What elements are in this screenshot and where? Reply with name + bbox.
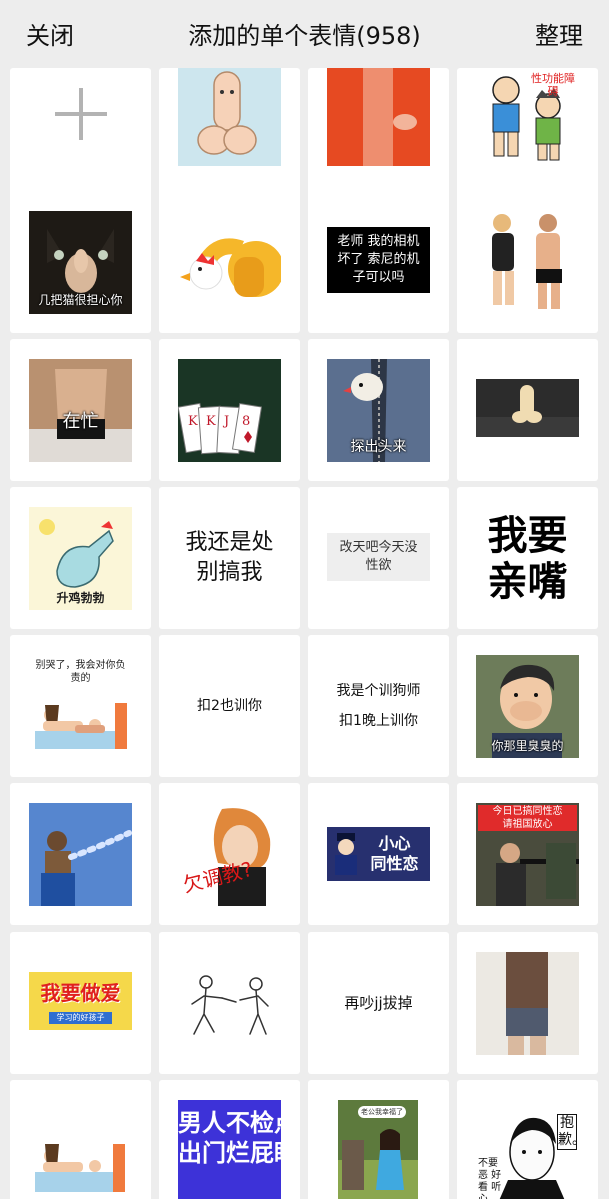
- sticker-item[interactable]: [159, 68, 300, 210]
- sticker-caption: 别哭了，我会对你负 责的: [35, 660, 126, 684]
- sticker-image: [29, 1100, 132, 1199]
- sticker-item[interactable]: 探出头来: [308, 339, 449, 481]
- sticker-item[interactable]: 性功能障碍: [457, 68, 598, 210]
- sticker-image: 今日已搞同性恋 请祖国放心: [476, 803, 579, 906]
- sticker-caption: 我还是处 别搞我: [185, 530, 274, 585]
- sticker-item[interactable]: 在忙: [10, 339, 151, 481]
- plus-icon: [55, 88, 107, 140]
- sticker-item[interactable]: 升鸡勃勃: [10, 487, 151, 629]
- sticker-caption: 男人不检点 出门烂屁眼: [178, 1109, 281, 1167]
- svg-text:K: K: [188, 414, 198, 429]
- sticker-item[interactable]: 老公我幸福了: [308, 1080, 449, 1199]
- sticker-image: 抱歉。 不要恶 好看 听 心: [476, 1100, 579, 1199]
- sticker-item[interactable]: [457, 932, 598, 1074]
- page-title: 添加的单个表情(958): [188, 22, 421, 50]
- sticker-image: 在忙: [29, 359, 132, 462]
- sticker-caption: 老师 我的相机 坏了 索尼的机 子可以吗: [337, 234, 420, 285]
- sticker-image: [476, 952, 579, 1055]
- sticker-caption: 扣2也训你: [197, 698, 262, 714]
- sticker-item[interactable]: 小心 同性恋: [308, 783, 449, 925]
- svg-text:8: 8: [242, 414, 250, 429]
- sticker-item[interactable]: 再吵jj拔掉: [308, 932, 449, 1074]
- sticker-image: 别哭了，我会对你负 责的: [29, 655, 132, 758]
- sticker-image: 我要做爱 学习的好孩子: [29, 972, 132, 1030]
- sticker-image: [476, 379, 579, 437]
- sticker-item[interactable]: [10, 783, 151, 925]
- sticker-item[interactable]: [159, 932, 300, 1074]
- sticker-caption: 我是个训狗师 扣1晚上训你: [336, 683, 421, 729]
- sticker-item[interactable]: 今日已搞同性恋 请祖国放心: [457, 783, 598, 925]
- sticker-image: 性功能障碍: [476, 68, 579, 164]
- sticker-item[interactable]: [159, 191, 300, 333]
- sticker-item[interactable]: 改天吧今天没 性欲: [308, 487, 449, 629]
- sticker-item[interactable]: 扣2也训你: [159, 635, 300, 777]
- sticker-image: 改天吧今天没 性欲: [327, 533, 430, 581]
- sticker-caption: 再吵jj拔掉: [344, 994, 413, 1012]
- sticker-caption: 我要 亲嘴: [487, 512, 568, 605]
- sticker-image: K K J 8: [178, 359, 281, 462]
- sticker-item[interactable]: 我还是处 别搞我: [159, 487, 300, 629]
- organize-button[interactable]: 整理: [535, 0, 583, 68]
- sticker-grid: 性功能障碍 几把猫很担心你 老师 我的相机 坏了 索尼的机 子可以吗 在忙 K …: [10, 68, 600, 1199]
- sticker-item[interactable]: 我要 亲嘴: [457, 487, 598, 629]
- sticker-image: 小心 同性恋: [327, 827, 430, 881]
- sticker-item[interactable]: 我要做爱 学习的好孩子: [10, 932, 151, 1074]
- sticker-item[interactable]: [10, 1080, 151, 1199]
- sticker-image: 我要 亲嘴: [476, 507, 579, 610]
- sticker-image: [178, 952, 281, 1055]
- sticker-caption: 性功能障碍: [531, 72, 575, 98]
- sticker-item[interactable]: 别哭了，我会对你负 责的: [10, 635, 151, 777]
- sticker-image: [178, 211, 281, 314]
- sticker-caption: 你那里臭臭的: [491, 739, 564, 753]
- sticker-item[interactable]: 你那里臭臭的: [457, 635, 598, 777]
- sticker-image: 男人不检点 出门烂屁眼: [178, 1100, 281, 1199]
- sticker-image: 老师 我的相机 坏了 索尼的机 子可以吗: [327, 227, 430, 293]
- sticker-caption: 升鸡勃勃: [56, 591, 105, 605]
- sticker-item[interactable]: [457, 191, 598, 333]
- sticker-item[interactable]: [457, 339, 598, 481]
- sticker-caption: 几把猫很担心你: [38, 293, 123, 307]
- sticker-caption: 探出头来: [350, 439, 407, 455]
- sticker-item[interactable]: 我是个训狗师 扣1晚上训你: [308, 635, 449, 777]
- sticker-image: 探出头来: [327, 359, 430, 462]
- sticker-image: [178, 68, 281, 166]
- sticker-caption: 老公我幸福了: [358, 1106, 406, 1118]
- add-sticker-button[interactable]: [10, 68, 151, 210]
- sticker-caption: 抱歉。: [557, 1114, 579, 1150]
- sticker-item[interactable]: 男人不检点 出门烂屁眼: [159, 1080, 300, 1199]
- svg-text:J: J: [222, 414, 229, 429]
- sticker-item[interactable]: 欠调教?: [159, 783, 300, 925]
- sticker-item[interactable]: 老师 我的相机 坏了 索尼的机 子可以吗: [308, 191, 449, 333]
- sticker-image: 你那里臭臭的: [476, 655, 579, 758]
- sticker-image: [29, 803, 132, 906]
- sticker-image: 老公我幸福了: [338, 1100, 418, 1199]
- sticker-item[interactable]: K K J 8: [159, 339, 300, 481]
- sticker-item[interactable]: 几把猫很担心你: [10, 191, 151, 333]
- sticker-caption: 改天吧今天没 性欲: [339, 540, 418, 573]
- sticker-image: 欠调教?: [178, 803, 281, 906]
- sticker-caption: 今日已搞同性恋 请祖国放心: [478, 805, 577, 831]
- sticker-caption: 在忙: [62, 411, 99, 432]
- svg-text:K: K: [206, 414, 216, 429]
- sticker-caption-secondary: 不要恶 好看 听 心: [478, 1158, 502, 1199]
- navigation-bar: 关闭 添加的单个表情(958) 整理: [0, 0, 609, 68]
- sticker-image: 几把猫很担心你: [29, 211, 132, 314]
- sticker-item[interactable]: [308, 68, 449, 210]
- sticker-image: 升鸡勃勃: [29, 507, 132, 610]
- sticker-caption: 小心 同性恋: [370, 834, 419, 873]
- sticker-item[interactable]: 抱歉。 不要恶 好看 听 心: [457, 1080, 598, 1199]
- sticker-caption: 我要做爱: [40, 981, 121, 1005]
- sticker-subcaption: 学习的好孩子: [49, 1012, 112, 1024]
- sticker-image: [327, 68, 430, 166]
- sticker-image: [476, 211, 579, 314]
